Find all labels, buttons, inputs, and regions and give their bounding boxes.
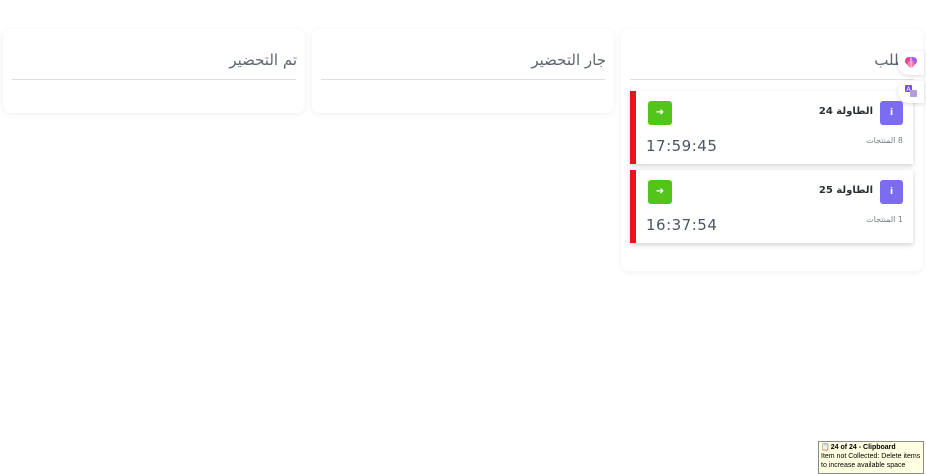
arrow-right-icon: ➜: [655, 107, 665, 118]
clipboard-icon: 📋: [821, 444, 830, 451]
table-name: الطاولة 24: [818, 106, 873, 117]
table-name: الطاولة 25: [818, 185, 873, 196]
column-preparing-divider: [321, 79, 605, 80]
move-to-preparing-button[interactable]: ➜: [648, 180, 672, 204]
move-to-preparing-button[interactable]: ➜: [648, 101, 672, 125]
translate-icon[interactable]: A: [898, 81, 924, 103]
arrow-right-icon: ➜: [655, 186, 665, 197]
column-order: الطلب ➜ i الطاولة 24 8 المنتجات 17:59:45…: [621, 29, 923, 271]
info-icon: i: [889, 187, 894, 197]
kitchen-board: تم التحضير جار التحضير الطلب ➜ i الطاولة…: [0, 0, 926, 474]
column-ready-title: تم التحضير: [229, 51, 297, 69]
clipboard-tooltip-title: 24 of 24 - Clipboard: [830, 444, 896, 451]
items-count: 8 المنتجات: [866, 136, 903, 145]
items-count: 1 المنتجات: [866, 215, 903, 224]
column-preparing: جار التحضير: [312, 29, 614, 113]
order-timer: 17:59:45: [646, 137, 718, 155]
order-info-button[interactable]: i: [880, 180, 903, 204]
order-timer: 16:37:54: [646, 216, 718, 234]
column-ready: تم التحضير: [3, 29, 305, 113]
column-preparing-title: جار التحضير: [531, 51, 606, 69]
order-card[interactable]: ➜ i الطاولة 24 8 المنتجات 17:59:45: [630, 91, 913, 164]
brain-icon[interactable]: [898, 51, 924, 75]
order-card[interactable]: ➜ i الطاولة 25 1 المنتجات 16:37:54: [630, 170, 913, 243]
column-order-divider: [630, 79, 914, 80]
info-icon: i: [889, 108, 894, 118]
clipboard-tooltip: 📋24 of 24 - Clipboard Item not Collected…: [818, 441, 924, 474]
brain-icon-graphic: [905, 57, 917, 68]
translate-icon-graphic: A: [905, 85, 917, 97]
order-info-button[interactable]: i: [880, 101, 903, 125]
column-ready-divider: [12, 79, 296, 80]
clipboard-tooltip-body: Item not Collected: Delete items to incr…: [821, 453, 921, 469]
